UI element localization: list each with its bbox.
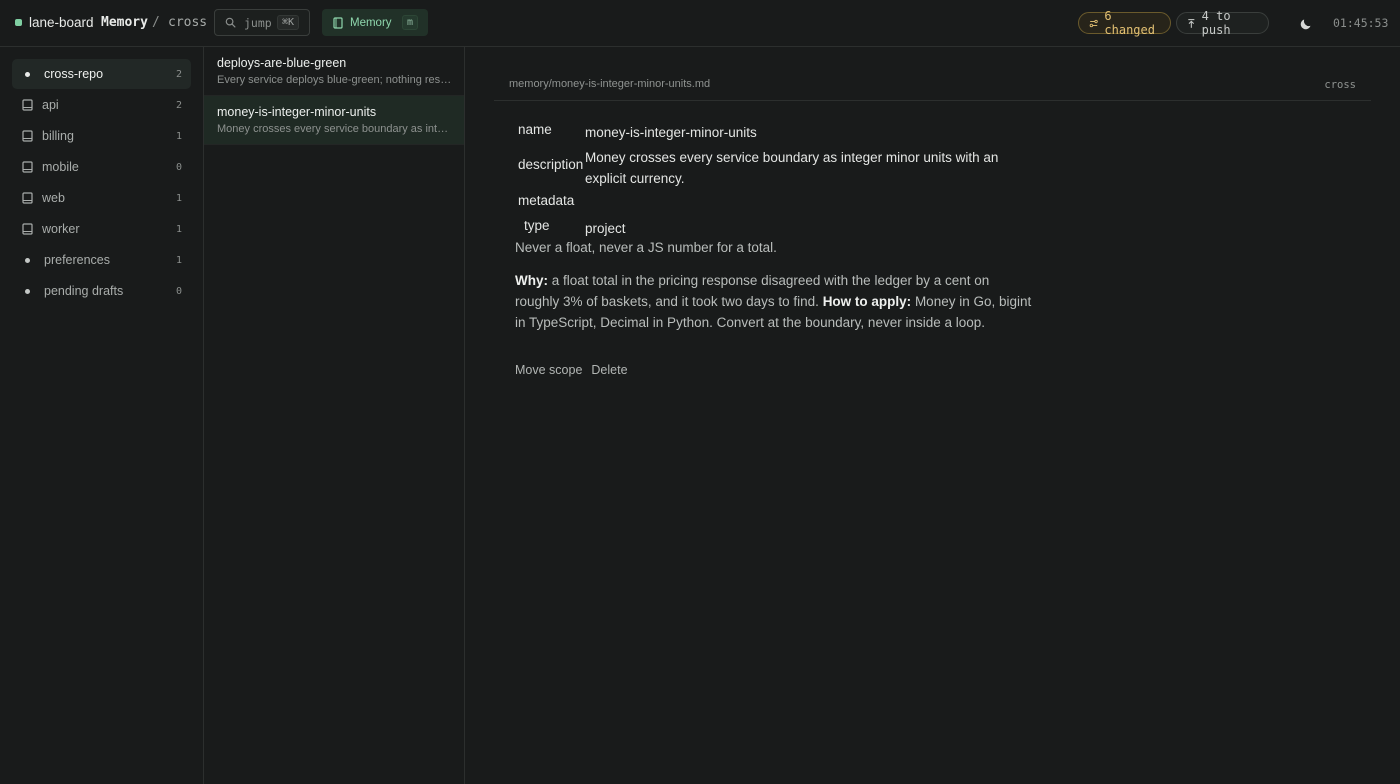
brand[interactable]: lane-board [15, 15, 94, 30]
frontmatter-key: name [518, 122, 552, 137]
sidebar-item-count: 1 [175, 224, 182, 235]
sidebar-item-label: web [42, 191, 65, 205]
move-scope-button[interactable]: Move scope [515, 363, 582, 377]
book-icon [333, 16, 343, 29]
jump-label: jump [244, 15, 272, 30]
list-item-description: Money crosses every service boundary as … [217, 123, 452, 135]
body-paragraph-why: Why: a float total in the pricing respon… [515, 270, 1035, 333]
list-item[interactable]: money-is-integer-minor-units Money cross… [204, 96, 464, 145]
book-icon [22, 99, 33, 111]
sidebar-item-label: api [42, 98, 59, 112]
search-icon [225, 17, 236, 28]
scope-sidebar: cross-repo 2 api 2 billing 1 mobile 0 we… [0, 47, 204, 784]
sidebar-item-count: 1 [175, 131, 182, 142]
memory-detail: memory/money-is-integer-minor-units.md c… [465, 47, 1400, 784]
sidebar-item-label: billing [42, 129, 74, 143]
list-item[interactable]: deploys-are-blue-green Every service dep… [204, 47, 464, 96]
sidebar-item-count: 0 [175, 286, 182, 297]
memory-list: deploys-are-blue-green Every service dep… [204, 47, 465, 784]
sidebar-item-label: worker [42, 222, 80, 236]
dot-icon [25, 257, 30, 263]
memory-mode-button[interactable]: Memory m [322, 9, 428, 36]
sidebar-item-count: 1 [175, 255, 182, 266]
mode-label: Memory [350, 16, 392, 29]
frontmatter-value: money-is-integer-minor-units [585, 125, 757, 140]
sidebar-item-web[interactable]: web 1 [12, 183, 191, 213]
breadcrumb-section[interactable]: Memory [101, 15, 148, 30]
push-count: 4 to push [1201, 9, 1231, 37]
frontmatter-value: Money crosses every service boundary as … [585, 150, 999, 186]
app-name: lane-board [29, 15, 94, 30]
frontmatter-key: description [518, 157, 584, 172]
why-label: Why: [515, 273, 548, 288]
sidebar-item-worker[interactable]: worker 1 [12, 214, 191, 244]
git-diff-icon [1089, 19, 1098, 27]
book-icon [22, 161, 33, 173]
jump-shortcut: ⌘K [276, 15, 299, 30]
frontmatter-value: project [585, 221, 626, 236]
list-item-title: money-is-integer-minor-units [217, 105, 377, 119]
scope-tag: cross [1324, 79, 1356, 91]
body-paragraph: Never a float, never a JS number for a t… [515, 240, 777, 255]
jump-button[interactable]: jump ⌘K [214, 9, 310, 36]
clock: 01:45:53 [1333, 16, 1389, 30]
changed-badge[interactable]: 6 changed [1078, 9, 1171, 37]
sidebar-item-preferences[interactable]: preferences 1 [12, 245, 191, 275]
sidebar-item-label: mobile [42, 160, 79, 174]
sidebar-item-count: 0 [175, 162, 182, 173]
book-icon [22, 192, 33, 204]
sidebar-item-pending-drafts[interactable]: pending drafts 0 [12, 276, 191, 306]
how-to-apply-label: How to apply: [822, 294, 912, 309]
push-badge[interactable]: 4 to push [1176, 9, 1269, 37]
arrow-up-icon [1188, 18, 1195, 28]
book-icon [22, 130, 33, 142]
breadcrumb-separator: / [152, 15, 160, 30]
moon-icon[interactable] [1299, 15, 1315, 31]
file-path: memory/money-is-integer-minor-units.md [509, 78, 711, 90]
sidebar-item-count: 1 [175, 193, 182, 204]
mode-shortcut: m [401, 15, 418, 30]
frontmatter-key: type [524, 218, 550, 233]
file-header: memory/money-is-integer-minor-units.md c… [494, 72, 1371, 101]
actions: Move scope Delete [515, 363, 628, 377]
sidebar-item-cross-repo[interactable]: cross-repo 2 [12, 59, 191, 89]
dot-icon [25, 71, 30, 77]
sidebar-item-label: pending drafts [44, 284, 124, 298]
sidebar-item-count: 2 [175, 100, 182, 111]
sidebar-item-mobile[interactable]: mobile 0 [12, 152, 191, 182]
changed-count: 6 changed [1104, 9, 1155, 37]
book-icon [22, 223, 33, 235]
list-item-title: deploys-are-blue-green [217, 56, 347, 70]
frontmatter-key: metadata [518, 193, 575, 208]
list-item-description: Every service deploys blue-green; nothin… [217, 74, 452, 86]
breadcrumb-scope[interactable]: cross [168, 15, 207, 30]
dot-icon [25, 288, 30, 294]
sidebar-item-api[interactable]: api 2 [12, 90, 191, 120]
brand-logo-icon [15, 19, 22, 26]
sidebar-item-label: preferences [44, 253, 111, 267]
sidebar-item-billing[interactable]: billing 1 [12, 121, 191, 151]
top-bar: lane-board Memory / cross jump ⌘K Memory… [0, 0, 1400, 47]
delete-button[interactable]: Delete [591, 363, 627, 377]
sidebar-item-label: cross-repo [44, 67, 104, 81]
sidebar-item-count: 2 [175, 69, 182, 80]
